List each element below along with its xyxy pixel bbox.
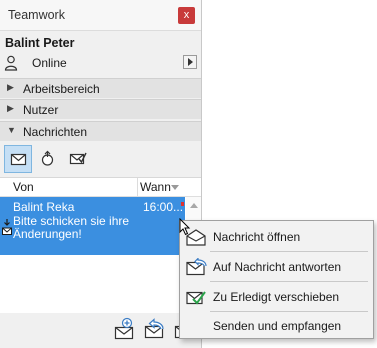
message-list: Von Wann Balint Reka 16:00... Bitte schi…: [0, 177, 201, 313]
message-subject: Bitte schicken sie ihre Änderungen!: [13, 214, 130, 241]
menu-item-label: Nachricht öffnen: [213, 230, 301, 244]
new-message-button[interactable]: [34, 145, 62, 173]
menu-item-reply[interactable]: Auf Nachricht antworten: [180, 255, 373, 279]
bottom-toolbar: [0, 312, 201, 348]
menu-item-label: Auf Nachricht antworten: [213, 260, 342, 274]
status-label: Online: [32, 56, 67, 70]
menu-item-label: Senden und empfangen: [213, 319, 342, 333]
scroll-up-arrow-icon[interactable]: [190, 203, 198, 208]
menu-separator: [210, 281, 368, 282]
status-row: Online: [0, 52, 201, 74]
mail-checkmark-icon: [69, 152, 87, 165]
expand-arrow-icon: ▶: [7, 82, 14, 92]
section-nachrichten[interactable]: ▼ Nachrichten: [0, 121, 201, 141]
context-menu: Nachricht öffnen Auf Nachricht antworten…: [179, 220, 374, 339]
compose-button[interactable]: [113, 317, 137, 341]
section-label: Nutzer: [23, 103, 59, 117]
menu-separator: [210, 251, 368, 252]
mail-icon: [10, 153, 27, 166]
done-messages-button[interactable]: [64, 145, 92, 173]
title-bar: Teamwork x: [0, 0, 201, 31]
status-dropdown-button[interactable]: [183, 55, 197, 69]
list-header: Von Wann: [0, 178, 201, 197]
inbox-button[interactable]: [4, 145, 32, 173]
column-divider: [137, 178, 138, 196]
window-title: Teamwork: [8, 8, 65, 22]
section-label: Nachrichten: [23, 125, 88, 139]
collapse-arrow-icon: ▼: [7, 125, 16, 135]
person-icon: [4, 55, 18, 74]
new-mail-icon: [114, 317, 134, 340]
messages-toolbar: [0, 143, 201, 177]
teamwork-panel: Teamwork x Balint Peter Online ▶ Arbeits…: [0, 0, 202, 348]
menu-item-label: Zu Erledigt verschieben: [213, 290, 340, 304]
message-time: 16:00...: [143, 200, 184, 214]
column-header-wann[interactable]: Wann: [140, 180, 171, 194]
mouse-pointer-icon: [179, 218, 191, 236]
section-nutzer[interactable]: ▶ Nutzer: [0, 99, 201, 119]
message-sender: Balint Reka: [13, 200, 75, 214]
section-arbeitsbereich[interactable]: ▶ Arbeitsbereich: [0, 78, 201, 98]
reply-mail-icon: [144, 318, 164, 339]
incoming-mail-icon: [2, 219, 12, 240]
column-header-von[interactable]: Von: [13, 180, 34, 194]
reply-icon: [185, 257, 207, 279]
close-button[interactable]: x: [178, 7, 195, 24]
sort-down-icon: [171, 185, 179, 190]
section-label: Arbeitsbereich: [23, 82, 100, 96]
new-message-icon: [41, 150, 54, 166]
menu-separator: [210, 311, 368, 312]
reply-button[interactable]: [143, 317, 167, 341]
user-name: Balint Peter: [5, 36, 75, 50]
unread-flag-icon: [181, 202, 184, 206]
menu-item-open-message[interactable]: Nachricht öffnen: [180, 225, 373, 249]
done-checkmark-icon: [185, 288, 207, 309]
message-row[interactable]: Balint Reka 16:00... Bitte schicken sie …: [0, 197, 185, 255]
expand-arrow-icon: ▶: [7, 103, 14, 113]
menu-item-move-to-done[interactable]: Zu Erledigt verschieben: [180, 285, 373, 309]
menu-item-send-receive[interactable]: Senden und empfangen: [180, 314, 373, 338]
